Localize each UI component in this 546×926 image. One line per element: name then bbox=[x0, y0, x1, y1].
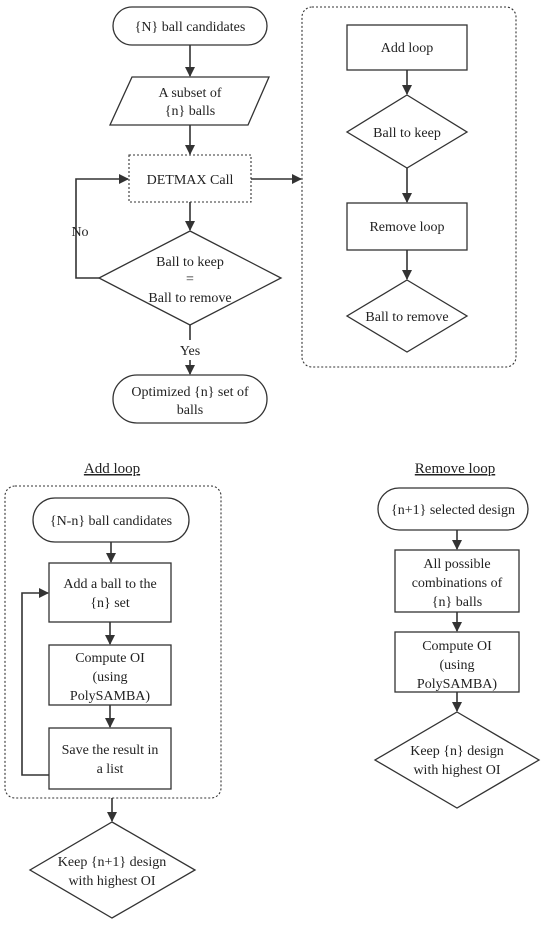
add-step1-line2: {n} set bbox=[90, 596, 130, 611]
remove-step1-line2: combinations of bbox=[412, 576, 503, 591]
remove-step2-line2: (using bbox=[440, 658, 475, 673]
decision-line3: Ball to remove bbox=[148, 291, 231, 306]
start-label: {N} ball candidates bbox=[135, 20, 246, 35]
remove-start-label: {n+1} selected design bbox=[391, 503, 515, 518]
end-line2: balls bbox=[177, 403, 203, 418]
decision-line1: Ball to keep bbox=[156, 255, 224, 270]
add-step3-line2: a list bbox=[97, 762, 124, 777]
detmax-detail: Add loop Ball to keep Remove loop Ball t… bbox=[301, 6, 517, 368]
remove-loop-title: Remove loop bbox=[415, 461, 495, 477]
no-label: No bbox=[71, 225, 88, 240]
loop-back-arrow bbox=[21, 588, 49, 776]
add-step1-line1: Add a ball to the bbox=[63, 577, 156, 592]
detmax-label: DETMAX Call bbox=[147, 173, 234, 188]
remove-result-diamond bbox=[373, 711, 541, 809]
remove-loop-label: Remove loop bbox=[369, 220, 444, 235]
subset-line2: {n} balls bbox=[165, 104, 215, 119]
add-result-diamond bbox=[28, 821, 197, 919]
add-result-line1: Keep {n+1} design bbox=[58, 855, 166, 870]
ball-to-keep-label: Ball to keep bbox=[373, 126, 441, 141]
add-loop-label: Add loop bbox=[381, 41, 434, 56]
remove-step2-line1: Compute OI bbox=[422, 639, 492, 654]
add-loop-detail: Add loop {N-n} ball candidates Add a bal… bbox=[4, 461, 222, 919]
remove-result-line2: with highest OI bbox=[413, 763, 500, 778]
add-result-line2: with highest OI bbox=[68, 874, 155, 889]
add-ball-box bbox=[48, 562, 172, 623]
save-result-box bbox=[48, 727, 172, 790]
add-step2-line2: (using bbox=[93, 670, 128, 685]
add-loop-title: Add loop bbox=[84, 461, 140, 477]
remove-step2-line3: PolySAMBA) bbox=[417, 677, 497, 692]
end-line1: Optimized {n} set of bbox=[131, 385, 249, 400]
subset-line1: A subset of bbox=[159, 86, 222, 101]
remove-result-line1: Keep {n} design bbox=[410, 744, 504, 759]
remove-loop-detail: Remove loop {n+1} selected design All po… bbox=[373, 461, 541, 809]
decision-line2: = bbox=[186, 272, 194, 287]
add-step2-line1: Compute OI bbox=[75, 651, 145, 666]
remove-step1-line3: {n} balls bbox=[432, 595, 482, 610]
add-step2-line3: PolySAMBA) bbox=[70, 689, 150, 704]
add-start-label: {N-n} ball candidates bbox=[50, 514, 172, 529]
main-flow: {N} ball candidates A subset of {n} ball… bbox=[71, 6, 302, 424]
remove-step1-line1: All possible bbox=[423, 557, 490, 572]
yes-label: Yes bbox=[180, 344, 200, 359]
flowchart: {N} ball candidates A subset of {n} ball… bbox=[4, 6, 541, 919]
add-step3-line1: Save the result in bbox=[62, 743, 159, 758]
ball-to-remove-label: Ball to remove bbox=[365, 310, 448, 325]
